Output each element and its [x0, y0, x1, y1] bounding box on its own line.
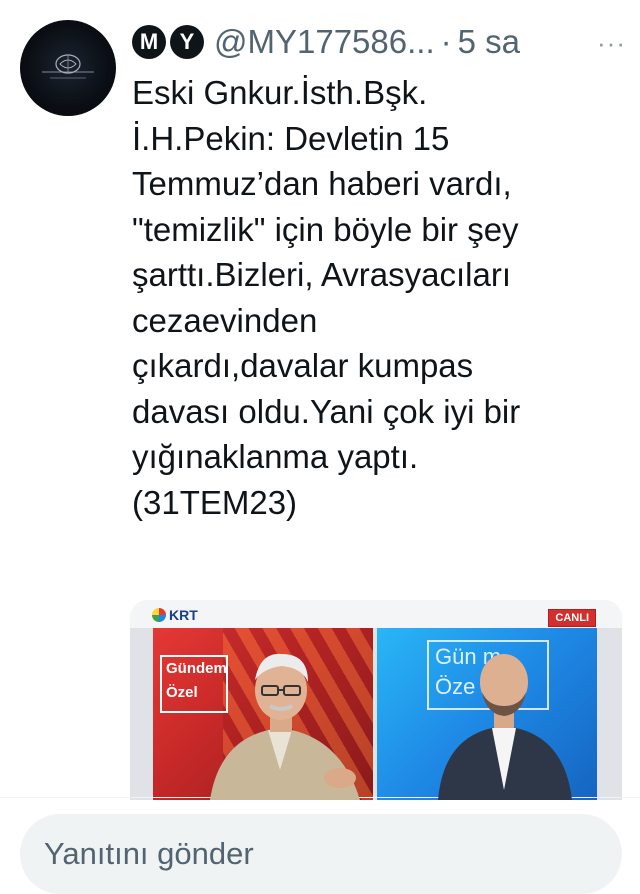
avatar[interactable] [20, 20, 116, 116]
channel-logo-text: KRT [169, 607, 198, 623]
younger-man-figure [438, 654, 572, 800]
separator-dot: · [440, 23, 452, 60]
display-name-badge-m: M [132, 25, 166, 59]
tweet-text: Eski Gnkur.İsth.Bşk. İ.H.Pekin: Devletin… [132, 74, 521, 521]
older-man-figure [210, 653, 360, 800]
channel-logo-icon [152, 608, 166, 622]
display-name-badge-y: Y [170, 25, 204, 59]
live-badge: CANLI [548, 609, 596, 627]
user-handle[interactable]: @MY177586... [214, 23, 435, 61]
more-options-icon[interactable]: ··· [597, 28, 626, 59]
reply-input[interactable]: Yanıtını gönder [20, 814, 622, 894]
channel-logo: KRT [152, 607, 198, 623]
video-thumbnail[interactable]: KRT CANLI Gündem Özel Gün m Öze [130, 600, 622, 800]
tweet-header: M Y @MY177586... · 5 sa ··· [132, 20, 626, 64]
avatar-emblem-icon [42, 54, 94, 79]
reply-placeholder: Yanıtını gönder [44, 836, 254, 871]
timestamp[interactable]: 5 sa [458, 23, 520, 61]
display-name[interactable]: M Y [132, 25, 204, 59]
